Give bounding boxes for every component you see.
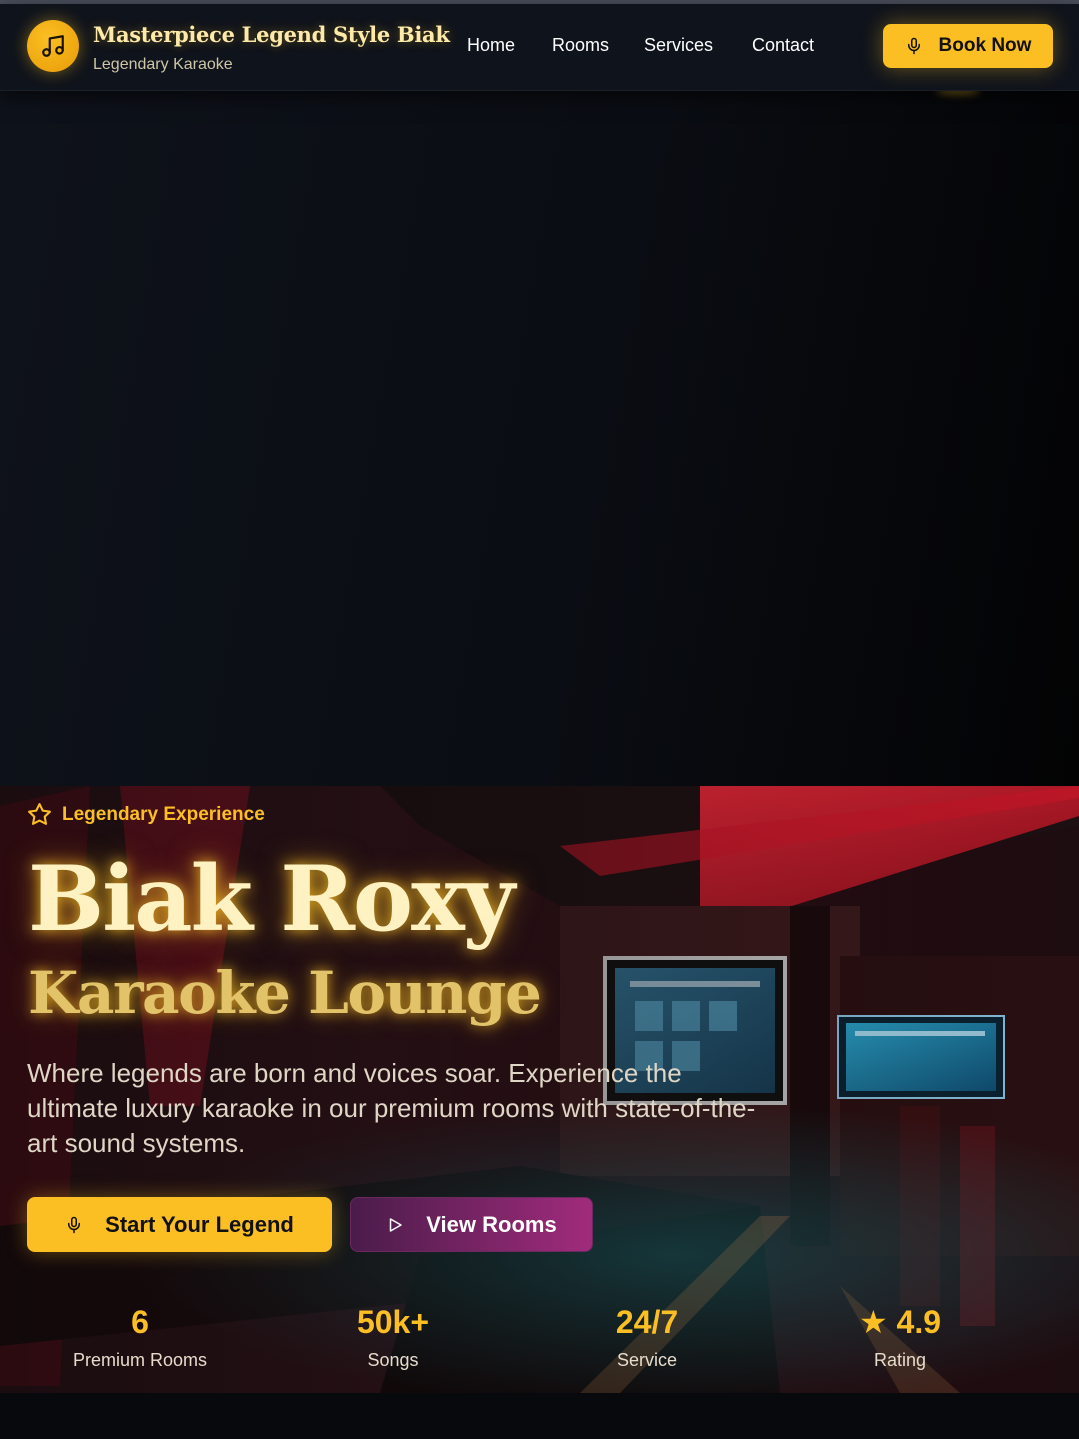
nav-services[interactable]: Services	[644, 35, 713, 56]
stat-value: 50k+	[356, 1304, 430, 1340]
view-rooms-label: View Rooms	[426, 1211, 557, 1237]
hero-badge-label: Legendary Experience	[62, 803, 265, 825]
hero-section: Legendary Experience Biak Roxy Karaoke L…	[0, 786, 1079, 1393]
start-your-legend-label: Start Your Legend	[105, 1211, 294, 1237]
hero-background-empty	[0, 91, 1079, 786]
navbar: Masterpiece Legend Style Biak Legendary …	[0, 4, 1079, 91]
stat-value: 24/7	[615, 1304, 679, 1340]
book-now-label: Book Now	[938, 35, 1032, 56]
hero-subtitle: Karaoke Lounge	[28, 959, 542, 1027]
start-your-legend-button[interactable]: Start Your Legend	[27, 1197, 332, 1252]
hero-badge: Legendary Experience	[27, 802, 265, 827]
microphone-icon	[68, 1216, 81, 1233]
nav-home[interactable]: Home	[467, 35, 515, 56]
microphone-icon	[907, 37, 920, 55]
stat-premium-rooms: 6 Premium Rooms	[30, 1306, 250, 1371]
book-now-button[interactable]: Book Now	[883, 24, 1053, 68]
stat-rating: ★ 4.9 Rating	[790, 1306, 1010, 1371]
stat-service: 24/7 Service	[537, 1306, 757, 1371]
stat-label: Service	[616, 1350, 678, 1370]
page-bottom	[0, 1393, 1079, 1439]
stat-label: Rating	[873, 1350, 927, 1370]
stat-label: Premium Rooms	[72, 1350, 208, 1370]
play-icon	[390, 1217, 403, 1232]
nav-rooms[interactable]: Rooms	[552, 35, 609, 56]
stat-value: ★ 4.9	[858, 1304, 942, 1340]
brand-subtitle: Legendary Karaoke	[93, 56, 233, 73]
stat-songs: 50k+ Songs	[283, 1306, 503, 1371]
hero-title: Biak Roxy	[28, 846, 515, 952]
star-outline-icon	[28, 803, 51, 825]
brand-title[interactable]: Masterpiece Legend Style Biak	[93, 22, 450, 47]
nav-contact[interactable]: Contact	[752, 35, 814, 56]
stat-value: 6	[131, 1304, 149, 1340]
view-rooms-button[interactable]: View Rooms	[350, 1197, 593, 1252]
logo[interactable]	[27, 20, 79, 72]
hero-description: Where legends are born and voices soar. …	[27, 1058, 756, 1158]
music-note-icon	[42, 35, 64, 57]
stat-label: Songs	[367, 1350, 419, 1370]
